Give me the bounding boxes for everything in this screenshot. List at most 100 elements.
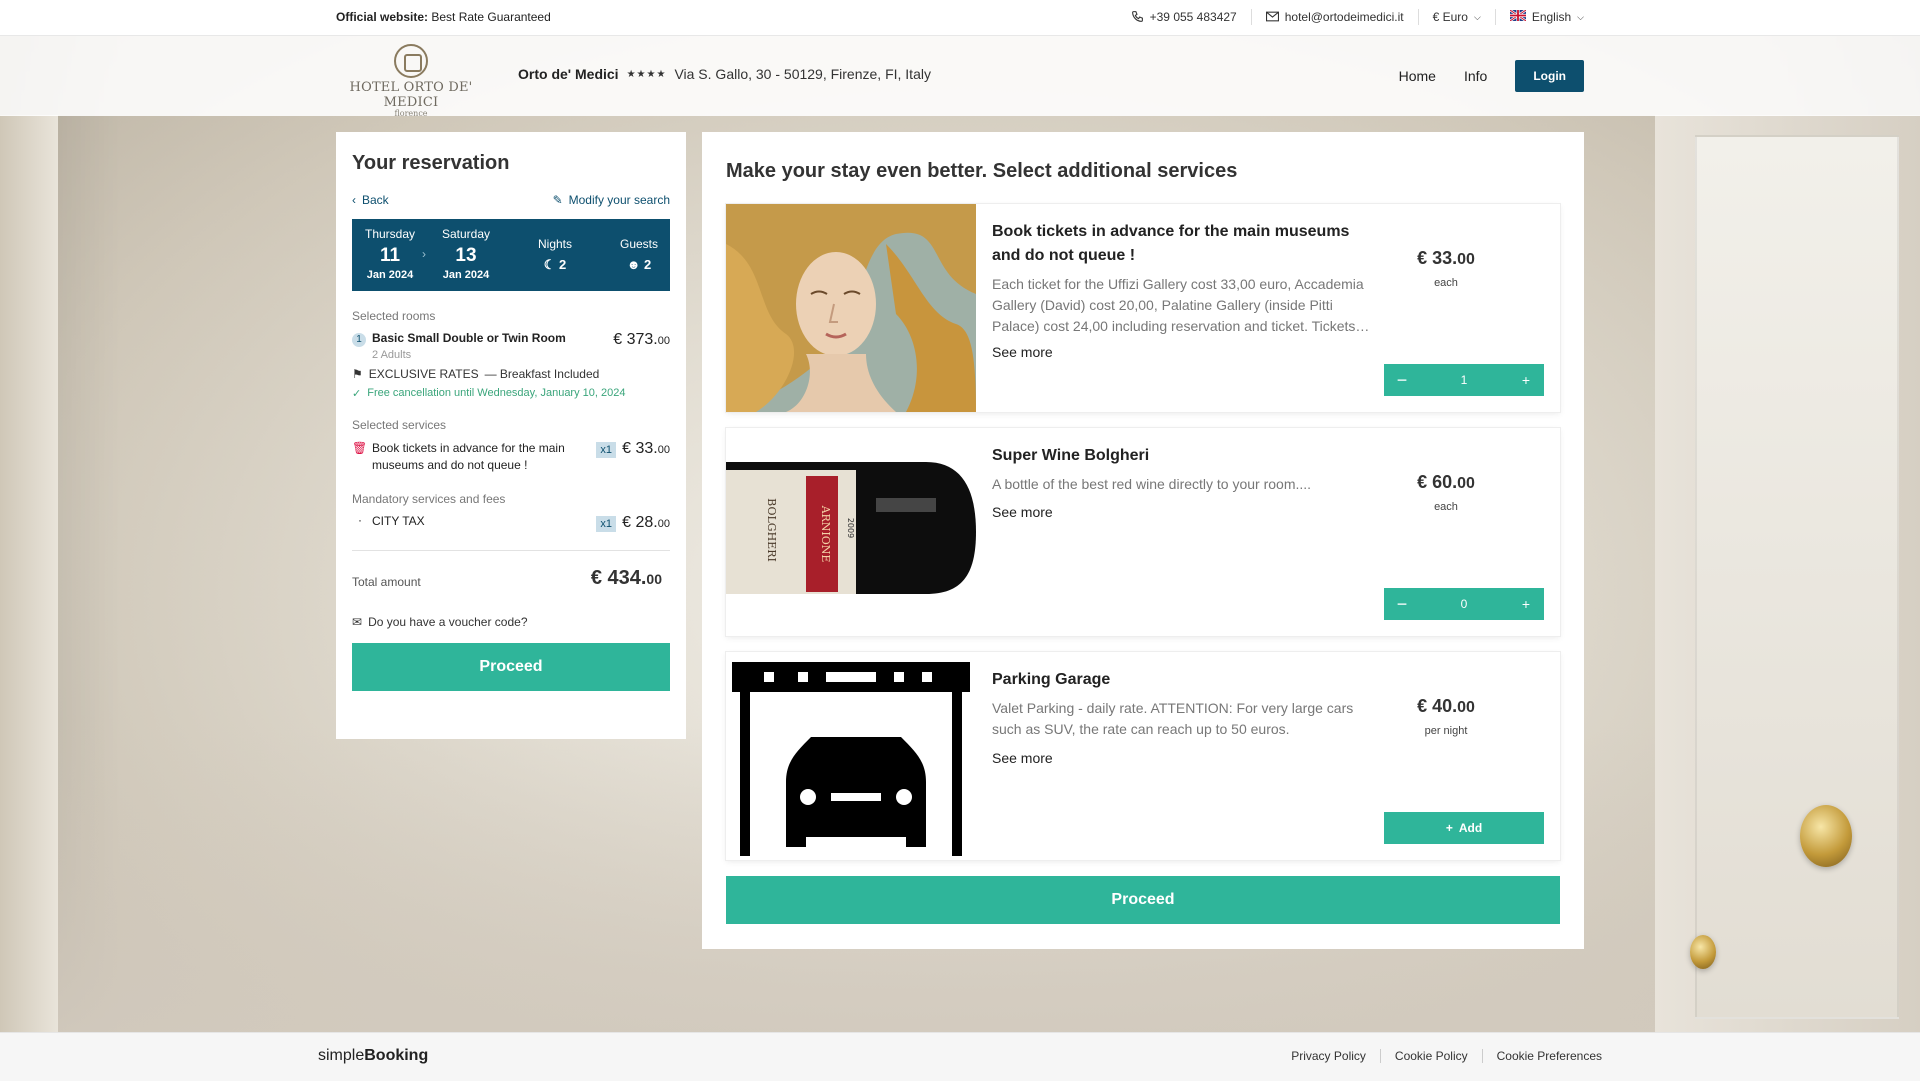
back-link[interactable]: ‹ Back	[352, 193, 389, 207]
parking-garage-image	[726, 652, 976, 860]
divider	[1417, 9, 1419, 25]
nav-info[interactable]: Info	[1464, 68, 1487, 84]
voucher-link[interactable]: ✉ Do you have a voucher code?	[352, 615, 670, 629]
rate-extra: — Breakfast Included	[484, 367, 600, 381]
divider	[1250, 9, 1252, 25]
simplebooking-logo[interactable]: simpleBooking	[318, 1047, 428, 1065]
service-description: Valet Parking - daily rate. ATTENTION: F…	[992, 700, 1354, 737]
wine-year-text: 2009	[846, 518, 855, 538]
price-unit: each	[1434, 277, 1458, 289]
bullet-icon: ·	[358, 512, 362, 527]
nav-home[interactable]: Home	[1399, 68, 1436, 84]
currency-value: € Euro	[1432, 10, 1468, 24]
trash-icon[interactable]: 🗑	[352, 441, 367, 455]
background-door-right	[1655, 115, 1920, 1035]
room-name: Basic Small Double or Twin Room	[372, 331, 566, 345]
modify-search-link[interactable]: ✎ Modify your search	[553, 193, 670, 207]
privacy-policy-link[interactable]: Privacy Policy	[1291, 1049, 1366, 1063]
background-door-knob	[1800, 805, 1852, 867]
login-button[interactable]: Login	[1515, 60, 1584, 92]
checkout-date: Saturday 13 Jan 2024	[436, 227, 496, 281]
service-card-museum-tickets: Book tickets in advance for the main mus…	[726, 204, 1560, 412]
chevron-down-icon: ⌵	[1473, 11, 1481, 22]
top-bar-right: +39 055 483427 hotel@ortodeimedici.it € …	[1131, 9, 1584, 25]
best-rate-text: Best Rate Guaranteed	[431, 10, 551, 24]
plus-button[interactable]: +	[1508, 596, 1544, 612]
chevron-right-icon: ›	[422, 247, 426, 261]
language-select[interactable]: English ⌵	[1509, 9, 1584, 24]
hotel-info: Orto de' Medici ★★★★ Via S. Gallo, 30 - …	[518, 66, 931, 82]
total-main: € 434.	[590, 566, 647, 589]
price-cents: 00	[1457, 699, 1475, 716]
selected-service-item: 🗑 Book tickets in advance for the main m…	[352, 440, 670, 474]
chevron-down-icon: ⌵	[1577, 11, 1584, 22]
service-description: A bottle of the best red wine directly t…	[992, 476, 1312, 492]
service-card-parking: Parking Garage Valet Parking - daily rat…	[726, 652, 1560, 860]
checkout-month: Jan 2024	[442, 269, 490, 281]
see-more-link[interactable]: See more	[992, 344, 1053, 360]
add-service-button[interactable]: + Add	[1384, 812, 1544, 844]
reservation-panel: Your reservation ‹ Back ✎ Modify your se…	[336, 132, 686, 739]
service-description: Each ticket for the Uffizi Gallery cost …	[992, 276, 1370, 334]
divider	[352, 549, 670, 551]
currency-select[interactable]: € Euro ⌵	[1433, 10, 1481, 24]
guests-value: 2	[644, 257, 652, 272]
service-price: € 33.00	[622, 440, 670, 458]
date-summary[interactable]: Thursday 11 Jan 2024 › Saturday 13 Jan 2…	[352, 219, 670, 291]
price-main: € 33.	[1417, 248, 1458, 268]
tax-price: € 28.00	[622, 514, 670, 532]
service-card-wine: BOLGHERI ARNIONE 2009 Super Wine Bolgher…	[726, 428, 1560, 636]
service-price: € 33.00 each	[1396, 248, 1496, 289]
hotel-address: Via S. Gallo, 30 - 50129, Firenze, FI, I…	[674, 66, 931, 82]
cookie-policy-link[interactable]: Cookie Policy	[1395, 1049, 1468, 1063]
moon-icon: ☾	[543, 257, 556, 272]
guests-value-row: ☻ 2	[614, 257, 664, 272]
service-title: Parking Garage	[992, 671, 1111, 688]
checkout-day-number: 13	[455, 245, 477, 266]
email-link[interactable]: hotel@ortodeimedici.it	[1265, 10, 1404, 24]
see-more-link[interactable]: See more	[992, 504, 1053, 520]
proceed-button-sidebar[interactable]: Proceed	[352, 642, 670, 691]
divider	[1481, 1049, 1483, 1063]
price-main: € 40.	[1417, 696, 1458, 716]
quantity-value: 0	[1460, 597, 1468, 611]
cancellation-text: Free cancellation until Wednesday, Janua…	[367, 387, 626, 399]
reservation-links: ‹ Back ✎ Modify your search	[352, 193, 670, 207]
tax-item: · CITY TAX x1 € 28.00	[352, 512, 670, 536]
crest-icon	[394, 44, 428, 78]
minus-button[interactable]: −	[1384, 594, 1420, 615]
minus-button[interactable]: −	[1384, 370, 1420, 391]
hotel-name: Orto de' Medici	[518, 66, 619, 82]
wine-bottle-image: BOLGHERI ARNIONE 2009	[726, 428, 976, 636]
room-price-main: € 373.	[613, 331, 658, 348]
nights-value: 2	[559, 257, 567, 272]
cookie-preferences-link[interactable]: Cookie Preferences	[1497, 1049, 1602, 1063]
checkin-day-number: 11	[379, 245, 401, 266]
see-more-link[interactable]: See more	[992, 750, 1053, 766]
room-item: 1 Basic Small Double or Twin Room € 373.0…	[352, 331, 670, 348]
price-cents: 00	[1457, 475, 1475, 492]
selected-rooms-label: Selected rooms	[352, 309, 436, 323]
quantity-stepper: − 0 +	[1384, 588, 1544, 620]
plus-button[interactable]: +	[1508, 372, 1544, 388]
price-cents: 00	[1457, 251, 1475, 268]
service-title: Super Wine Bolgheri	[992, 447, 1150, 464]
guests-label: Guests	[619, 237, 658, 251]
quantity-value: 1	[1460, 373, 1468, 387]
total-amount: Total amount € 434.00	[352, 567, 670, 595]
back-label: Back	[362, 193, 389, 207]
hotel-logo[interactable]: HOTEL ORTO DE' MEDICI florence	[336, 44, 486, 118]
services-title: Make your stay even better. Select addit…	[726, 160, 1238, 182]
service-price: € 40.00 per night	[1396, 696, 1496, 737]
guests-summary: Guests ☻ 2	[614, 237, 664, 272]
service-qty-badge: x1	[596, 442, 616, 458]
nights-summary: Nights ☾ 2	[530, 237, 580, 273]
tag-icon: ⚑	[352, 367, 363, 381]
proceed-button-main[interactable]: Proceed	[726, 876, 1560, 924]
checkin-month: Jan 2024	[366, 269, 414, 281]
modify-search-label: Modify your search	[568, 193, 670, 207]
brand-bold: Booking	[364, 1047, 429, 1064]
hotel-stars: ★★★★	[626, 68, 667, 80]
mandatory-fees-label: Mandatory services and fees	[352, 491, 506, 506]
phone-link[interactable]: +39 055 483427	[1131, 10, 1237, 25]
